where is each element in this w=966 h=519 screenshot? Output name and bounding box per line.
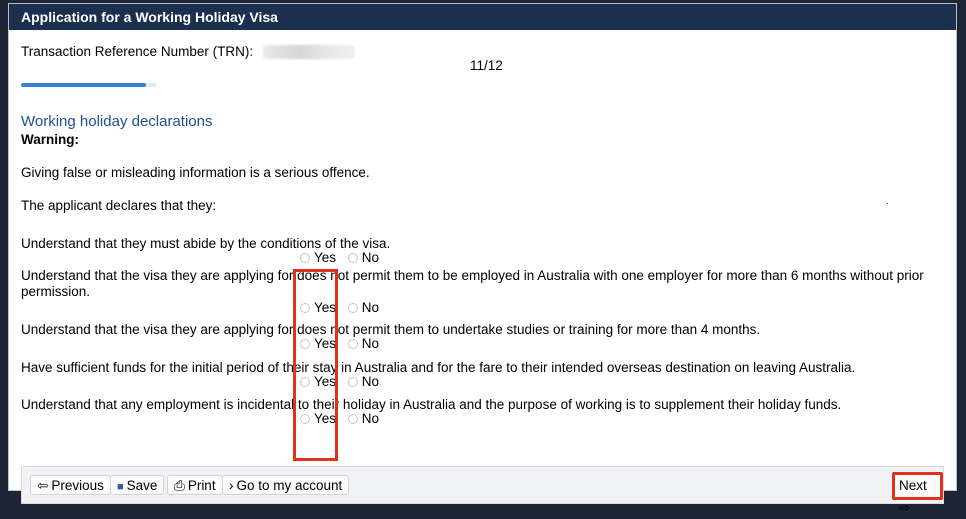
next-label: Next (899, 478, 927, 493)
radio-icon[interactable] (347, 339, 358, 350)
yes-label: Yes (314, 250, 337, 265)
radio-icon[interactable] (347, 253, 358, 264)
yes-column-highlight (293, 269, 338, 461)
question-1-yes[interactable]: Yes (300, 250, 336, 265)
question-3-no[interactable]: No (347, 336, 380, 351)
previous-label: Previous (51, 478, 104, 493)
application-window: Application for a Working Holiday Visa T… (8, 3, 957, 515)
question-5-text: Understand that any employment is incide… (21, 397, 842, 412)
chevron-right-icon: › (229, 478, 234, 493)
question-5-no[interactable]: No (347, 411, 380, 426)
warning-text: Giving false or misleading information i… (21, 165, 370, 180)
save-label: Save (126, 478, 158, 493)
floppy-disk-icon: ■ (117, 481, 124, 493)
radio-icon[interactable] (347, 303, 358, 314)
question-2-text: Understand that the visa they are applyi… (21, 268, 924, 299)
window-title: Application for a Working Holiday Visa (9, 4, 956, 30)
no-label: No (361, 411, 380, 426)
declaration-intro: The applicant declares that they: (21, 198, 217, 213)
page-indicator: 11/12 (470, 58, 503, 73)
question-4-text: Have sufficient funds for the initial pe… (21, 360, 856, 375)
save-button[interactable]: ■ Save (110, 475, 165, 495)
account-label: Go to my account (236, 478, 343, 493)
question-3-text: Understand that the visa they are applyi… (21, 322, 761, 337)
progress-bar-fill (21, 83, 146, 87)
print-label: Print (187, 478, 216, 493)
warning-label: Warning: (21, 132, 79, 147)
section-title: Working holiday declarations (21, 113, 213, 130)
question-4-no[interactable]: No (347, 374, 380, 389)
stray-mark: . (886, 196, 889, 207)
printer-icon: ⎙ (174, 478, 185, 493)
question-1-text: Understand that they must abide by the c… (21, 236, 391, 251)
radio-icon[interactable] (300, 253, 310, 264)
go-to-account-button[interactable]: › Go to my account (222, 475, 350, 495)
radio-icon[interactable] (347, 377, 358, 388)
question-1-options: Yes No (300, 250, 387, 265)
question-2-no[interactable]: No (347, 300, 380, 315)
trn-value-redacted (262, 45, 355, 60)
arrow-left-icon: ⇦ (37, 478, 49, 493)
radio-icon[interactable] (347, 414, 358, 425)
no-label: No (361, 374, 380, 389)
question-1-no[interactable]: No (347, 250, 380, 265)
no-label: No (361, 336, 380, 351)
no-label: No (361, 250, 380, 265)
progress-bar (21, 83, 157, 87)
trn-row: Transaction Reference Number (TRN): (21, 44, 355, 60)
arrow-right-icon: ⇨ (899, 500, 911, 515)
footer-toolbar: ⇦ Previous ■ Save ⎙ Print › Go to my account… (21, 466, 944, 515)
next-button[interactable]: Next ⇨ (892, 472, 943, 515)
no-label: No (361, 300, 380, 315)
print-button[interactable]: ⎙ Print (167, 475, 223, 495)
previous-button[interactable]: ⇦ Previous (30, 475, 111, 495)
trn-label: Transaction Reference Number (TRN): (21, 44, 254, 59)
